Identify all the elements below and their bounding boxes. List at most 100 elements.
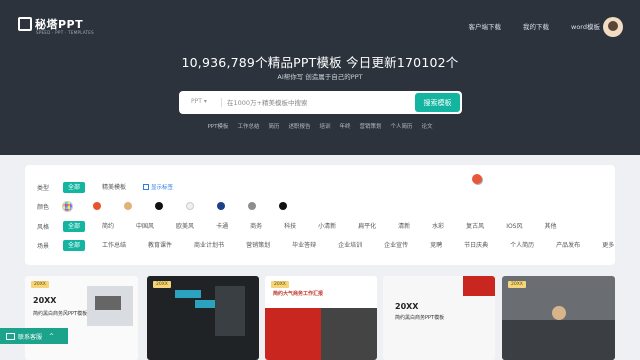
contact-support-button[interactable]: 联系客服 ^	[0, 328, 68, 344]
card-subtitle: 简约黑白商务PPT模板	[395, 315, 445, 321]
show-tags-label: 显示标签	[151, 185, 174, 191]
template-card[interactable]: 20XX	[147, 276, 259, 360]
filter-row-style: 风格 全部 简约 中国风 欧美风 卡通 商务 科技 小清新 扁平化 清新 水彩 …	[37, 220, 574, 232]
filter-panel: 类型 全部 精美模板 显示标签 颜色 风格 全部 简约 中国风 欧美风 卡通 商…	[25, 165, 615, 265]
logo-text: 秘塔PPT	[35, 17, 84, 31]
hotword[interactable]: 个人简历	[391, 122, 413, 130]
hotword[interactable]: 简历	[268, 122, 279, 130]
filter-option[interactable]: IOS风	[501, 221, 527, 232]
color-swatch[interactable]	[155, 202, 163, 210]
card-title: 20XX	[395, 302, 419, 311]
color-swatch[interactable]	[217, 202, 225, 210]
hotword[interactable]: 年终	[340, 122, 351, 130]
filter-option[interactable]: 全部	[63, 239, 86, 251]
filter-option[interactable]: 扁平化	[353, 221, 381, 232]
filter-option[interactable]: 营销策划	[241, 240, 275, 251]
card-image	[321, 308, 377, 360]
chevron-up-icon: ^	[49, 332, 55, 340]
filter-option[interactable]: 全部	[63, 220, 86, 232]
filter-option[interactable]: 企业宣传	[379, 240, 413, 251]
filter-row-type: 类型 全部 精美模板 显示标签	[37, 181, 173, 193]
card-subtitle: 简约黑白商务风PPT模板	[33, 311, 88, 317]
mail-icon	[6, 332, 15, 340]
filter-label: 风格	[37, 223, 50, 231]
card-image	[552, 306, 566, 320]
color-all-swatch[interactable]	[63, 201, 72, 211]
color-swatch[interactable]	[248, 202, 256, 210]
top-nav: 客户端下载 我的下载 word模板	[469, 21, 600, 31]
filter-option[interactable]: 产品发布	[551, 240, 585, 251]
filter-option[interactable]: 商业计划书	[189, 240, 229, 251]
filter-option[interactable]: 清新	[393, 221, 415, 232]
color-swatch[interactable]	[279, 202, 287, 210]
filter-option[interactable]: 教育课件	[143, 240, 177, 251]
filter-option[interactable]: 企业培训	[333, 240, 367, 251]
filter-option[interactable]: 工作总结	[97, 240, 131, 251]
logo-subtitle: SPEED · PPT · TEMPLATES	[36, 30, 94, 35]
filter-label: 场景	[37, 242, 50, 250]
hero-banner: 秘塔PPT SPEED · PPT · TEMPLATES 客户端下载 我的下载…	[0, 0, 640, 155]
template-card[interactable]: 20XX 20XX 简约黑白商务风PPT模板	[25, 276, 138, 360]
nav-word-templates[interactable]: word模板	[571, 21, 600, 31]
filter-option[interactable]: 商务	[245, 221, 267, 232]
card-image	[215, 286, 245, 336]
filter-option[interactable]: 科技	[279, 221, 301, 232]
card-image	[95, 296, 121, 310]
filter-option[interactable]: 节日庆典	[459, 240, 493, 251]
nav-client-download[interactable]: 客户端下载	[469, 21, 502, 31]
card-image	[265, 308, 321, 360]
filter-row-scene: 场景 全部 工作总结 教育课件 商业计划书 营销策划 毕业答辩 企业培训 企业宣…	[37, 239, 631, 251]
filter-row-color: 颜色	[37, 200, 310, 212]
show-tags-link[interactable]: 显示标签	[143, 183, 173, 191]
hotword[interactable]: 论文	[422, 122, 433, 130]
site-logo[interactable]: 秘塔PPT	[18, 17, 83, 31]
search-divider	[221, 98, 222, 107]
template-card[interactable]: 20XX 简约大气商务工作汇报	[265, 276, 377, 360]
filter-option[interactable]: 竞聘	[425, 240, 447, 251]
hotword[interactable]: 述职报告	[288, 122, 310, 130]
filter-option[interactable]: 简约	[97, 221, 119, 232]
hotword[interactable]: PPT模板	[207, 122, 228, 130]
card-badge: 20XX	[508, 281, 526, 288]
logo-mark-icon	[18, 17, 32, 31]
hot-keywords: PPT模板 工作总结 简历 述职报告 培训 年终 营销策划 个人简历 论文	[0, 122, 640, 130]
search-button[interactable]: 搜索模板	[415, 93, 460, 112]
chevron-down-icon: ▾	[203, 98, 207, 105]
search-bar: PPT ▾ 搜索模板	[179, 91, 462, 114]
filter-label: 类型	[37, 184, 50, 192]
hotword[interactable]: 培训	[319, 122, 330, 130]
filter-option[interactable]: 个人简历	[505, 240, 539, 251]
filter-option[interactable]: 毕业答辩	[287, 240, 321, 251]
filter-option[interactable]: 全部	[63, 181, 86, 193]
card-image	[463, 276, 495, 296]
filter-option[interactable]: 中国风	[131, 221, 159, 232]
card-image	[195, 300, 217, 308]
card-badge: 20XX	[153, 281, 171, 288]
color-swatch[interactable]	[124, 202, 132, 210]
color-swatch[interactable]	[93, 202, 101, 210]
card-image	[175, 290, 201, 298]
floating-badge-icon[interactable]	[472, 174, 482, 184]
color-swatch[interactable]	[186, 202, 194, 210]
template-card[interactable]: 20XX	[502, 276, 615, 360]
hotword[interactable]: 工作总结	[237, 122, 259, 130]
contact-support-label: 联系客服	[18, 333, 43, 341]
hero-headline: 10,936,789个精品PPT模板 今日更新170102个	[181, 55, 459, 70]
filter-option[interactable]: 其他	[540, 221, 562, 232]
filter-option[interactable]: 卡通	[211, 221, 233, 232]
search-type-select[interactable]: PPT ▾	[191, 98, 207, 105]
search-input[interactable]	[227, 95, 412, 110]
user-avatar[interactable]	[603, 17, 623, 37]
search-type-label: PPT	[191, 98, 202, 105]
nav-my-downloads[interactable]: 我的下载	[523, 21, 549, 31]
hotword[interactable]: 营销策划	[360, 122, 382, 130]
filter-option-more[interactable]: 更多	[597, 240, 619, 251]
hero-subline: AI帮你写 创造属于自己的PPT	[277, 73, 363, 81]
filter-option[interactable]: 欧美风	[171, 221, 199, 232]
card-subtitle: 简约大气商务工作汇报	[273, 291, 324, 297]
template-card[interactable]: 20XX 简约黑白商务PPT模板	[383, 276, 495, 360]
filter-option[interactable]: 精美模板	[97, 182, 131, 193]
filter-option[interactable]: 水彩	[427, 221, 449, 232]
filter-option[interactable]: 小清新	[313, 221, 341, 232]
filter-option[interactable]: 复古风	[461, 221, 489, 232]
